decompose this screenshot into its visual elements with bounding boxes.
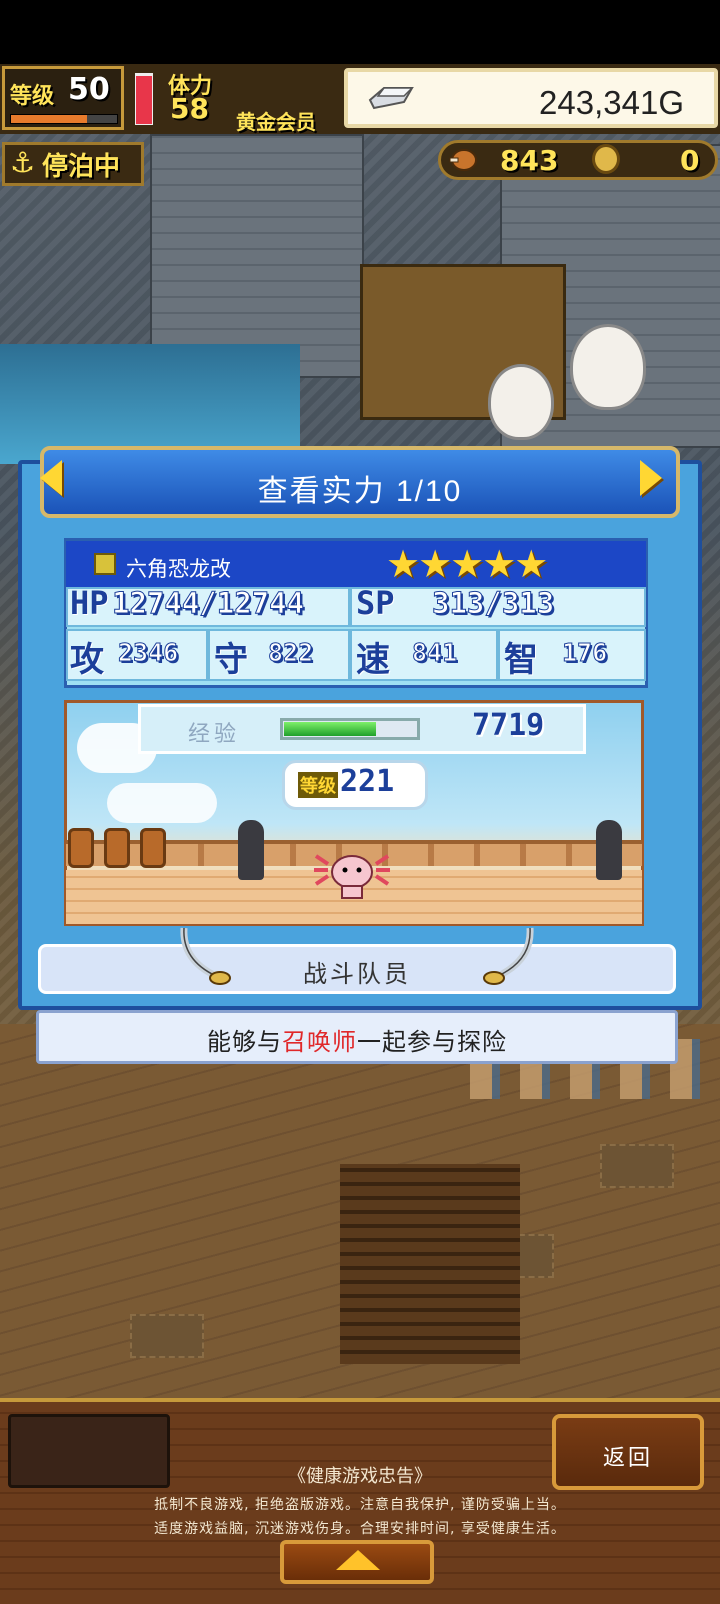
description-highlight: 召唤师 [282, 1028, 357, 1056]
gold-member-badge[interactable]: 黄金会员 [236, 106, 316, 135]
sword-left-icon [180, 927, 231, 985]
description-text: 能够与召唤师一起参与探险 [36, 1022, 678, 1057]
food-amount: 843 [500, 144, 559, 177]
docked-label: 停泊中 [42, 152, 121, 182]
stamina-gauge-fill [136, 76, 152, 124]
barrel [104, 828, 130, 868]
cloud [107, 783, 217, 823]
next-arrow-icon[interactable] [640, 460, 662, 496]
stairs [340, 1164, 520, 1364]
rarity-stars: ★★★★★ [386, 542, 548, 586]
exp-progress-fill [284, 722, 376, 736]
spd-value: 841 [411, 638, 458, 668]
panel-title: 查看实力 1/10 [257, 475, 463, 508]
health-notice-title: 《健康游戏忠告》 [288, 1466, 432, 1487]
exp-label: 经验 [188, 722, 241, 747]
spd-label: 速 [356, 640, 390, 680]
def-label: 守 [214, 640, 248, 680]
exp-value: 7719 [472, 708, 545, 743]
cannon [238, 820, 264, 880]
deck-tile [130, 1314, 204, 1358]
up-arrow-icon [336, 1550, 380, 1570]
int-value: 176 [561, 638, 608, 668]
def-value: 822 [267, 638, 314, 668]
resource-display[interactable] [438, 140, 718, 180]
cannon [596, 820, 622, 880]
health-notice-line-1: 抵制不良游戏, 拒绝盗版游戏。注意自我保护, 谨防受骗上当。 [154, 1497, 566, 1513]
level-progress-fill [11, 115, 87, 123]
silver-ingot-icon [368, 87, 414, 110]
level-value: 50 [68, 72, 110, 107]
deck-tile [600, 1144, 674, 1188]
description-suffix: 一起参与探险 [357, 1028, 507, 1056]
previous-arrow-icon[interactable] [40, 460, 62, 496]
castle-wall [150, 134, 364, 378]
anchor-icon: ⚓ [10, 146, 36, 179]
element-icon [94, 553, 116, 575]
barrel [68, 828, 94, 868]
atk-value: 2346 [117, 638, 179, 668]
stamina-value: 58 [170, 92, 209, 125]
level-label: 等级 [10, 84, 55, 109]
sp-value: 313/313 [431, 586, 555, 621]
health-notice-line-2: 适度游戏益脑, 沉迷游戏伤身。合理安排时间, 享受健康生活。 [154, 1521, 566, 1537]
gold-amount: 243,341G [539, 84, 684, 121]
sp-label: SP [356, 584, 395, 622]
hp-value: 12744/12744 [111, 586, 305, 621]
int-label: 智 [504, 640, 538, 680]
medal-coin-icon [592, 144, 620, 174]
barrel [140, 828, 166, 868]
status-bar [0, 0, 720, 64]
description-prefix: 能够与 [207, 1028, 282, 1056]
hp-label: HP [70, 584, 109, 622]
role-label: 战斗队员 [303, 960, 411, 988]
coin-amount: 0 [680, 144, 700, 177]
unit-level-value: 221 [340, 764, 395, 799]
atk-label: 攻 [70, 640, 104, 680]
character-name: 六角恐龙改 [126, 557, 231, 581]
egg-icon[interactable] [488, 364, 554, 440]
sword-right-icon [483, 927, 534, 985]
egg-icon[interactable] [570, 324, 646, 410]
unit-level-label: 等级 [298, 772, 338, 798]
food-icon [449, 149, 477, 171]
axolotl-unit-sprite [314, 854, 390, 899]
